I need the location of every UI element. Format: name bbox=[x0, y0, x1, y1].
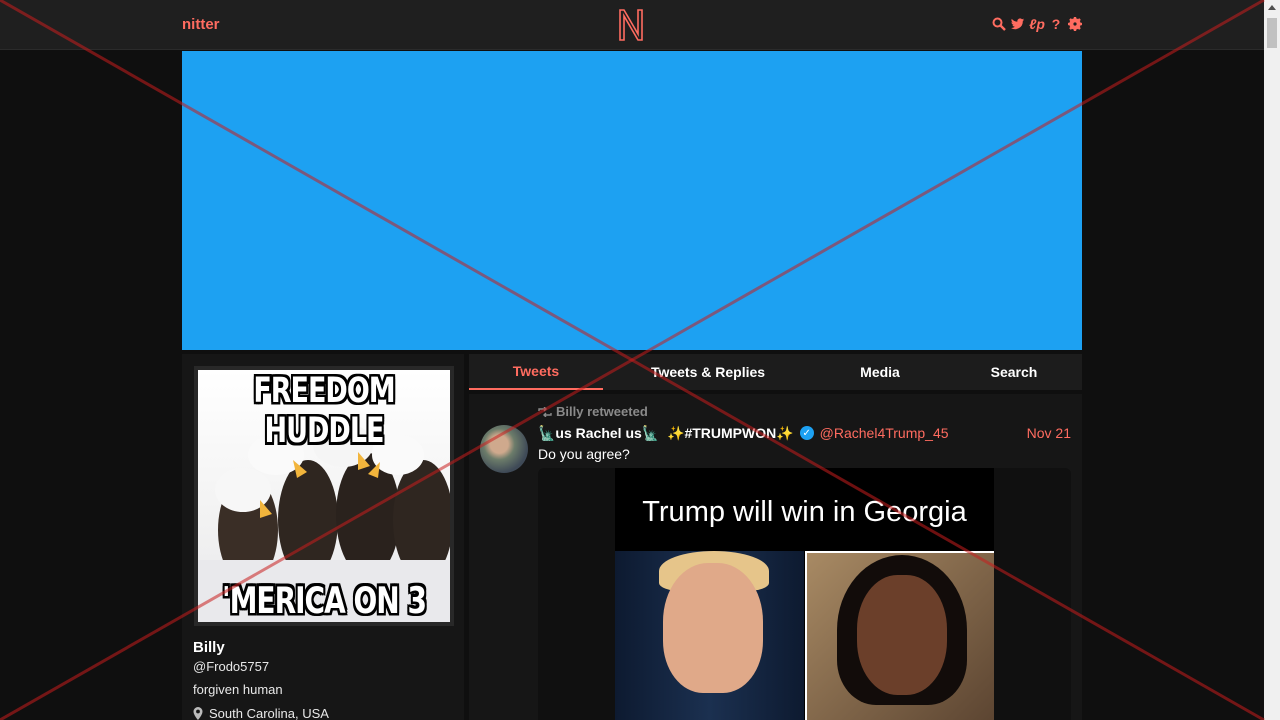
meme-top-text: FREEDOM HUDDLE bbox=[253, 370, 395, 452]
retweet-icon bbox=[538, 406, 552, 417]
tweet-text: Do you agree? bbox=[538, 446, 630, 462]
scrollbar[interactable] bbox=[1264, 0, 1280, 720]
retweet-header: Billy retweeted bbox=[538, 404, 648, 419]
tweet-header: 🗽us Rachel us🗽 ✨#TRUMPWON✨ ✓ @Rachel4Tru… bbox=[538, 424, 1071, 442]
profile-banner bbox=[182, 51, 1082, 350]
tab-media[interactable]: Media bbox=[813, 354, 947, 390]
media-image[interactable]: Trump will win in Georgia bbox=[615, 468, 994, 720]
location-pin-icon bbox=[193, 707, 203, 720]
twitter-icon[interactable] bbox=[1011, 16, 1025, 32]
tweet-username[interactable]: @Rachel4Trump_45 bbox=[820, 425, 949, 441]
nitter-logo[interactable] bbox=[617, 8, 645, 42]
photo-right bbox=[805, 551, 994, 720]
photo-left bbox=[615, 551, 804, 720]
verified-icon: ✓ bbox=[799, 426, 814, 440]
retweet-label[interactable]: Billy retweeted bbox=[556, 404, 648, 419]
timeline-tabs: Tweets Tweets & Replies Media Search bbox=[469, 354, 1082, 390]
meme-bottom-text: 'MERICA ON 3 bbox=[222, 579, 427, 622]
profile-bio: forgiven human bbox=[193, 682, 283, 697]
profile-handle[interactable]: @Frodo5757 bbox=[193, 659, 269, 674]
rss-icon[interactable]: ℓp bbox=[1029, 16, 1045, 32]
profile-name[interactable]: Billy bbox=[193, 639, 225, 656]
avatar-image: FREEDOM HUDDLE 'MERICA ON 3 bbox=[198, 370, 450, 622]
scroll-up-arrow-icon[interactable] bbox=[1268, 5, 1276, 10]
media-caption: Trump will win in Georgia bbox=[642, 496, 967, 528]
tab-tweets-replies[interactable]: Tweets & Replies bbox=[603, 354, 813, 390]
tweet-fullname[interactable]: 🗽us Rachel us🗽 ✨#TRUMPWON✨ bbox=[538, 425, 794, 442]
location-text: South Carolina, USA bbox=[209, 706, 329, 720]
nav-icons: ℓp ? bbox=[992, 16, 1082, 32]
help-icon[interactable]: ? bbox=[1049, 16, 1063, 32]
gear-icon[interactable] bbox=[1068, 16, 1082, 32]
navbar: nitter ℓp ? bbox=[0, 0, 1264, 50]
search-icon[interactable] bbox=[992, 16, 1006, 32]
tab-search[interactable]: Search bbox=[947, 354, 1081, 390]
tab-tweets[interactable]: Tweets bbox=[469, 354, 603, 390]
scroll-thumb[interactable] bbox=[1267, 18, 1277, 48]
timeline: Billy retweeted 🗽us Rachel us🗽 ✨#TRUMPWO… bbox=[469, 394, 1082, 720]
tweet-date[interactable]: Nov 21 bbox=[1027, 425, 1071, 441]
tweet-avatar[interactable] bbox=[480, 425, 528, 473]
profile-card: FREEDOM HUDDLE 'MERICA ON 3 Billy @Frodo… bbox=[182, 354, 464, 720]
tweet-media[interactable]: Trump will win in Georgia bbox=[538, 468, 1071, 720]
profile-location: South Carolina, USA bbox=[193, 706, 329, 720]
avatar[interactable]: FREEDOM HUDDLE 'MERICA ON 3 bbox=[194, 366, 454, 626]
brand-link[interactable]: nitter bbox=[182, 16, 220, 33]
